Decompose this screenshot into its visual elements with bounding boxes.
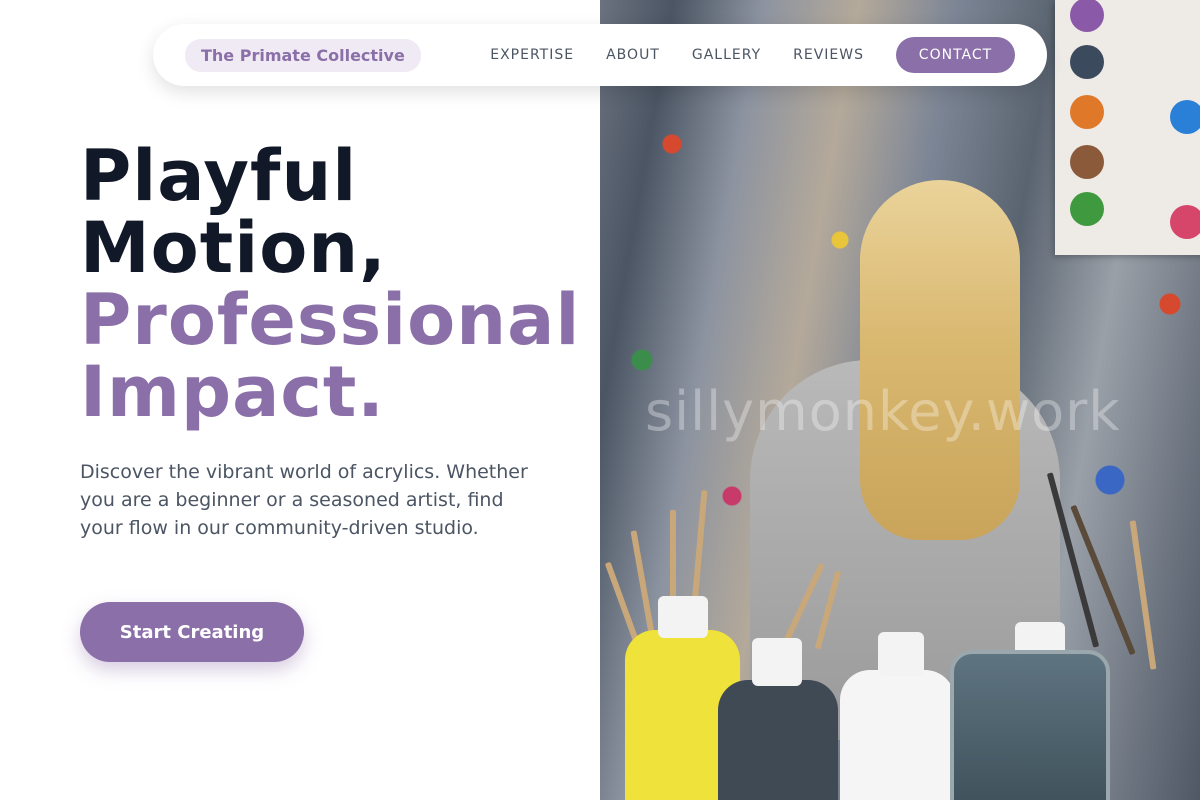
dot-poster — [1055, 0, 1200, 255]
top-nav: The Primate Collective EXPERTISE ABOUT G… — [153, 24, 1047, 86]
nav-link-about[interactable]: ABOUT — [606, 47, 660, 63]
heading-line-2: Motion, — [80, 207, 387, 289]
contact-button[interactable]: CONTACT — [896, 37, 1015, 73]
hero-section: Playful Motion, Professional Impact. Dis… — [80, 140, 590, 542]
child-hair — [860, 180, 1020, 540]
nav-links: EXPERTISE ABOUT GALLERY REVIEWS CONTACT — [490, 37, 1015, 73]
nav-link-reviews[interactable]: REVIEWS — [793, 47, 864, 63]
hero-description: Discover the vibrant world of acrylics. … — [80, 461, 528, 539]
watermark-text: sillymonkey.work — [645, 380, 1121, 443]
heading-line-4: Impact. — [80, 351, 385, 433]
start-creating-button[interactable]: Start Creating — [80, 602, 304, 662]
nav-link-expertise[interactable]: EXPERTISE — [490, 47, 574, 63]
nav-link-gallery[interactable]: GALLERY — [692, 47, 761, 63]
heading-line-1: Playful — [80, 135, 358, 217]
heading-line-3: Professional — [80, 279, 581, 361]
brand-logo[interactable]: The Primate Collective — [185, 38, 421, 72]
hero-heading: Playful Motion, Professional Impact. — [80, 140, 590, 428]
